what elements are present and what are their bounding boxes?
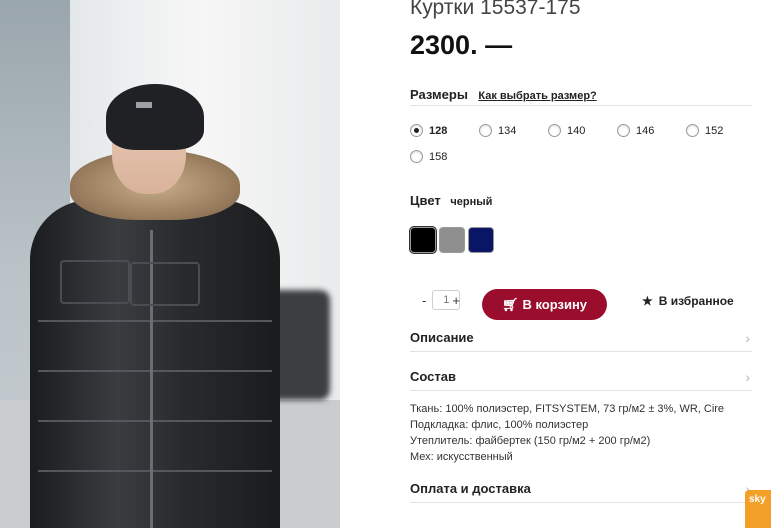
radio-button[interactable]	[410, 124, 423, 137]
cart-icon: 🛒︎	[501, 296, 519, 312]
color-swatch-black[interactable]	[410, 227, 436, 253]
radio-button[interactable]	[479, 124, 492, 137]
jacket-quilt-line	[38, 370, 272, 372]
jacket-pocket	[60, 260, 130, 304]
color-selected-name: черный	[450, 196, 493, 208]
knit-hat	[106, 84, 204, 150]
size-option-128[interactable]: 128	[410, 124, 479, 137]
size-option-140[interactable]: 140	[548, 124, 617, 137]
product-price: 2300. —	[410, 30, 513, 60]
product-photo	[0, 0, 340, 528]
accordion-payment-label: Оплата и доставка	[410, 481, 531, 496]
accordion-composition[interactable]: Состав ›	[410, 363, 752, 391]
radio-button[interactable]	[410, 150, 423, 163]
jacket-pocket	[130, 262, 200, 306]
color-swatch-navy[interactable]	[468, 227, 494, 253]
color-swatches	[410, 227, 497, 253]
accordion-description-label: Описание	[410, 330, 474, 345]
accordion-composition-label: Состав	[410, 369, 456, 384]
jacket-quilt-line	[38, 320, 272, 322]
composition-line: Ткань: 100% полиэстер, FITSYSTEM, 73 гр/…	[410, 403, 725, 415]
product-title: Куртки 15537-175	[410, 0, 581, 19]
sizes-label: Размеры	[410, 87, 468, 102]
jacket-image	[30, 200, 280, 528]
quantity-stepper: - +	[422, 290, 461, 310]
star-icon: ★	[642, 294, 653, 308]
quantity-plus-button[interactable]: +	[452, 293, 460, 308]
sizes-header: Размеры Как выбрать размер?	[410, 86, 752, 106]
product-details: Куртки 15537-175 2300. — Размеры Как выб…	[410, 0, 771, 528]
skype-button[interactable]: sky	[745, 490, 771, 528]
jacket-quilt-line	[38, 420, 272, 422]
size-guide-link[interactable]: Как выбрать размер?	[478, 90, 596, 102]
size-options-row: 128 134 140 146 152	[410, 124, 755, 137]
hat-tag	[136, 102, 152, 108]
radio-button[interactable]	[617, 124, 630, 137]
composition-line: Подкладка: флис, 100% полиэстер	[410, 419, 589, 431]
color-label: Цвет	[410, 193, 441, 208]
size-options-row: 158	[410, 150, 479, 163]
quantity-minus-button[interactable]: -	[422, 293, 426, 308]
radio-button[interactable]	[686, 124, 699, 137]
chevron-right-icon: ›	[745, 329, 750, 346]
jacket-quilt-line	[38, 470, 272, 472]
radio-button[interactable]	[548, 124, 561, 137]
chevron-right-icon: ›	[745, 368, 750, 385]
composition-line: Мех: искусственный	[410, 451, 513, 463]
size-option-152[interactable]: 152	[686, 124, 755, 137]
color-header: Цвет черный	[410, 193, 492, 208]
composition-text: Ткань: 100% полиэстер, FITSYSTEM, 73 гр/…	[410, 401, 755, 465]
add-to-favorites-button[interactable]: ★ В избранное	[642, 294, 734, 308]
color-swatch-gray[interactable]	[439, 227, 465, 253]
add-to-cart-label: В корзину	[522, 297, 588, 312]
composition-line: Утеплитель: файбертек (150 гр/м2 + 200 г…	[410, 435, 651, 447]
size-option-134[interactable]: 134	[479, 124, 548, 137]
size-option-146[interactable]: 146	[617, 124, 686, 137]
accordion-description[interactable]: Описание ›	[410, 324, 752, 352]
add-to-cart-button[interactable]: 🛒︎ В корзину	[482, 289, 607, 320]
accordion-payment-delivery[interactable]: Оплата и доставка ›	[410, 475, 752, 503]
favorites-label: В избранное	[658, 294, 734, 308]
size-option-158[interactable]: 158	[410, 150, 479, 163]
